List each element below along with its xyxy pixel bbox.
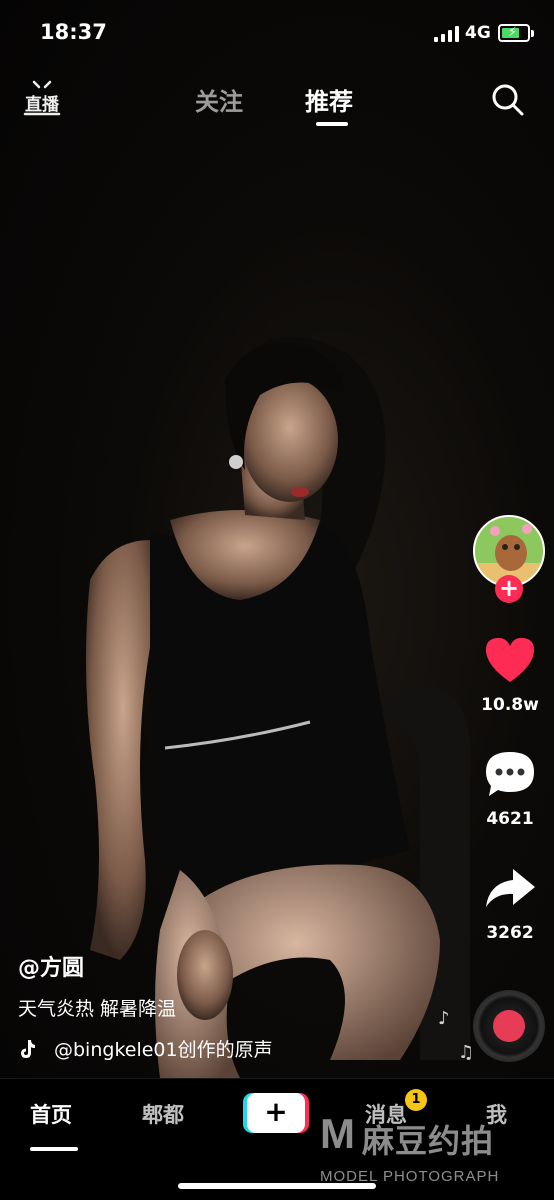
sound-info[interactable]: @bingkele01创作的原声 <box>18 1035 438 1062</box>
music-note-icon: ♫ <box>458 1042 475 1063</box>
active-tab-indicator <box>316 122 348 126</box>
comment-count: 4621 <box>486 809 534 829</box>
caption-text: 天气炎热 解暑降温 <box>18 998 177 1020</box>
message-badge: 1 <box>405 1089 427 1111</box>
tab-recommended[interactable]: 推荐 <box>305 82 353 117</box>
bottom-tab-bar: 首页 郫都 + 消息 1 我 <box>0 1078 554 1200</box>
like-count: 10.8w <box>481 695 539 715</box>
tiktok-logo-icon <box>21 1039 35 1058</box>
active-bottom-tab-indicator <box>30 1147 78 1151</box>
follow-button[interactable]: + <box>495 575 523 603</box>
like-button[interactable]: 10.8w <box>470 635 550 715</box>
share-button[interactable]: 3262 <box>470 863 550 943</box>
video-caption: @方圆 天气炎热 解暑降温 @bingkele01创作的原声 <box>18 950 438 1062</box>
charging-bolt-icon: ⚡ <box>508 25 518 40</box>
comment-button[interactable]: 4621 <box>470 749 550 829</box>
author-name[interactable]: @方圆 <box>18 950 438 982</box>
share-arrow-icon <box>486 869 535 907</box>
tab-following[interactable]: 关注 <box>195 82 243 117</box>
live-button[interactable]: 直播 <box>22 78 62 118</box>
top-navigation: 直播 关注 推荐 <box>0 70 554 130</box>
heart-icon <box>485 637 535 682</box>
create-button[interactable]: + <box>247 1093 305 1133</box>
music-note-icon: ♪ <box>438 1008 450 1029</box>
comment-icon <box>486 752 534 796</box>
tab-local[interactable]: 郫都 <box>142 1099 184 1129</box>
live-label: 直播 <box>25 95 59 115</box>
search-icon[interactable] <box>490 82 526 118</box>
status-time: 18:37 <box>40 20 107 44</box>
music-disc[interactable] <box>473 990 545 1062</box>
sound-name: @bingkele01创作的原声 <box>54 1039 273 1061</box>
signal-strength-icon <box>434 26 460 42</box>
tab-messages[interactable]: 消息 <box>365 1099 407 1129</box>
home-indicator <box>178 1183 376 1189</box>
status-bar: 18:37 4G ⚡ <box>0 0 554 66</box>
music-cover <box>493 1010 525 1042</box>
tab-home[interactable]: 首页 <box>30 1099 72 1129</box>
share-count: 3262 <box>486 923 534 943</box>
battery-icon: ⚡ <box>498 24 534 42</box>
network-type: 4G <box>465 23 491 43</box>
tab-me[interactable]: 我 <box>486 1099 507 1129</box>
